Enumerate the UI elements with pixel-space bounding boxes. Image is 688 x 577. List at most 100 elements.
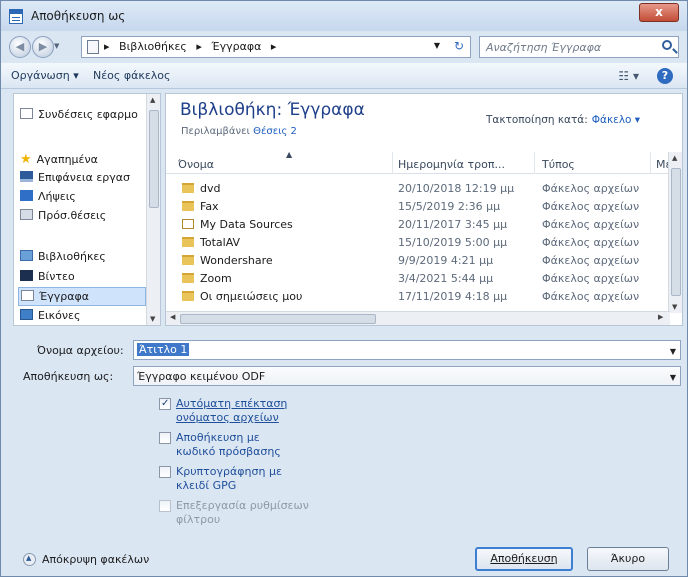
- file-type: Φάκελος αρχείων: [542, 236, 640, 249]
- document-icon: [21, 290, 34, 301]
- document-icon: [20, 108, 33, 119]
- file-row[interactable]: dvd 20/10/2018 12:19 μμ Φάκελος αρχείων: [166, 180, 670, 198]
- scrollbar-thumb[interactable]: [671, 168, 681, 296]
- folder-icon: [182, 201, 194, 211]
- locations-link[interactable]: Θέσεις 2: [253, 126, 297, 137]
- refresh-icon[interactable]: ↻: [454, 39, 464, 53]
- option-password[interactable]: Αποθήκευση με κωδικό πρόσβασης: [159, 431, 299, 459]
- option-filter-settings[interactable]: Επεξεργασία ρυθμίσεων φίλτρου: [159, 499, 309, 527]
- option-label: Κρυπτογράφηση με κλειδί GPG: [176, 465, 282, 492]
- column-header-type[interactable]: Τύπος: [542, 158, 575, 171]
- nav-item-favorites[interactable]: ★ Αγαπημένα: [20, 152, 98, 167]
- scrollbar-thumb[interactable]: [149, 110, 159, 208]
- file-list-scrollbar[interactable]: ▲ ▼: [668, 152, 682, 313]
- library-title: Βιβλιοθήκη: Έγγραφα: [180, 100, 365, 120]
- address-bar[interactable]: ▸ Βιβλιοθήκες ▸ Έγγραφα ▸ ▼ ↻: [81, 36, 471, 58]
- breadcrumb-libraries[interactable]: Βιβλιοθήκες: [119, 40, 187, 53]
- scroll-down-icon[interactable]: ▼: [150, 315, 155, 323]
- chevron-down-icon[interactable]: ▼: [670, 373, 676, 382]
- nav-item-desktop[interactable]: Επιφάνεια εργασ: [20, 171, 130, 184]
- help-icon[interactable]: ?: [657, 68, 673, 84]
- forward-button[interactable]: ▶: [32, 36, 54, 58]
- file-type: Φάκελος αρχείων: [542, 290, 640, 303]
- filter-settings-checkbox[interactable]: [159, 500, 171, 512]
- arrange-by-dropdown[interactable]: Φάκελο ▾: [592, 114, 640, 126]
- search-icon[interactable]: [662, 40, 672, 50]
- file-type: Φάκελος αρχείων: [542, 218, 640, 231]
- library-includes: Περιλαμβάνει Θέσεις 2: [181, 126, 297, 137]
- recent-locations-dropdown[interactable]: ▼: [54, 42, 59, 50]
- file-row[interactable]: Wondershare 9/9/2019 4:21 μμ Φάκελος αρχ…: [166, 252, 670, 270]
- navigation-row: ◀ ▶ ▼ ▸ Βιβλιοθήκες ▸ Έγγραφα ▸ ▼ ↻ Αναζ…: [1, 32, 687, 60]
- column-header-date[interactable]: Ημερομηνία τροπ...: [398, 158, 505, 171]
- breadcrumb-documents[interactable]: Έγγραφα: [211, 40, 261, 53]
- address-dropdown-icon[interactable]: ▼: [434, 41, 440, 50]
- option-label: Επεξεργασία ρυθμίσεων φίλτρου: [176, 499, 309, 526]
- file-name: Fax: [182, 200, 219, 213]
- hscrollbar-thumb[interactable]: [180, 314, 376, 324]
- scroll-down-icon[interactable]: ▼: [672, 303, 677, 311]
- close-button[interactable]: x: [639, 3, 679, 22]
- file-list-hscrollbar[interactable]: ◀ ▶: [166, 311, 670, 325]
- filename-input[interactable]: Άτιτλο 1 ▼: [133, 340, 681, 360]
- arrange-by: Τακτοποίηση κατά: Φάκελο ▾: [486, 114, 641, 126]
- scroll-left-icon[interactable]: ◀: [170, 313, 175, 321]
- file-date: 17/11/2019 4:18 μμ: [398, 290, 508, 303]
- file-row[interactable]: Zoom 3/4/2021 5:44 μμ Φάκελος αρχείων: [166, 270, 670, 288]
- window-title: Αποθήκευση ως: [31, 9, 126, 23]
- nav-item-downloads[interactable]: Λήψεις: [20, 190, 76, 203]
- back-button[interactable]: ◀: [9, 36, 31, 58]
- nav-item-videos[interactable]: Βίντεο: [20, 270, 75, 283]
- file-type: Φάκελος αρχείων: [542, 182, 640, 195]
- libraries-icon: [20, 250, 33, 261]
- nav-item-app-connections[interactable]: Συνδέσεις εφαρμο: [20, 108, 138, 121]
- nav-item-documents[interactable]: Έγγραφα: [18, 287, 146, 306]
- file-type: Φάκελος αρχείων: [542, 254, 640, 267]
- save-type-select[interactable]: Έγγραφο κειμένου ODF ▼: [133, 366, 681, 386]
- file-list-pane: Βιβλιοθήκη: Έγγραφα Περιλαμβάνει Θέσεις …: [165, 93, 683, 326]
- option-gpg-encryption[interactable]: Κρυπτογράφηση με κλειδί GPG: [159, 465, 299, 493]
- password-checkbox[interactable]: [159, 432, 171, 444]
- chevron-down-icon[interactable]: ▼: [670, 347, 676, 356]
- column-header-name[interactable]: Όνομα: [178, 158, 214, 171]
- hide-folders-button[interactable]: Απόκρυψη φακέλων: [23, 553, 149, 566]
- nav-item-libraries[interactable]: Βιβλιοθήκες: [20, 250, 106, 263]
- change-view-icon[interactable]: ☷ ▾: [618, 69, 639, 83]
- scroll-right-icon[interactable]: ▶: [658, 313, 663, 321]
- save-type-label: Αποθήκευση ως:: [23, 370, 114, 383]
- scroll-up-icon[interactable]: ▲: [672, 154, 677, 162]
- new-folder-button[interactable]: Νέος φάκελος: [93, 69, 171, 82]
- navigation-pane: Συνδέσεις εφαρμο ★ Αγαπημένα Επιφάνεια ερ…: [13, 93, 161, 326]
- filename-label: Όνομα αρχείου:: [37, 344, 124, 357]
- file-row[interactable]: TotalAV 15/10/2019 5:00 μμ Φάκελος αρχεί…: [166, 234, 670, 252]
- file-row[interactable]: Fax 15/5/2019 2:36 μμ Φάκελος αρχείων: [166, 198, 670, 216]
- search-box[interactable]: Αναζήτηση Έγγραφα: [479, 36, 679, 58]
- save-as-dialog: Αποθήκευση ως x ◀ ▶ ▼ ▸ Βιβλιοθήκες ▸ Έγ…: [0, 0, 688, 577]
- nav-scrollbar[interactable]: ▲ ▼: [146, 94, 160, 325]
- nav-item-recent-places[interactable]: Πρόσ.θέσεις: [20, 209, 106, 222]
- column-separator: [650, 152, 651, 174]
- cancel-button[interactable]: Άκυρο: [587, 547, 669, 571]
- nav-item-pictures[interactable]: Εικόνες: [20, 309, 80, 322]
- file-row[interactable]: My Data Sources 20/11/2017 3:45 μμ Φάκελ…: [166, 216, 670, 234]
- file-date: 20/11/2017 3:45 μμ: [398, 218, 508, 231]
- title-bar: Αποθήκευση ως x: [1, 1, 687, 31]
- file-type: Φάκελος αρχείων: [542, 272, 640, 285]
- save-button[interactable]: Αποθήκευση: [475, 547, 573, 571]
- folder-icon: [182, 273, 194, 283]
- scroll-up-icon[interactable]: ▲: [150, 96, 155, 104]
- star-icon: ★: [20, 152, 32, 167]
- downloads-icon: [20, 190, 33, 201]
- breadcrumb-separator: ▸: [196, 40, 202, 53]
- folder-icon: [182, 291, 194, 301]
- option-auto-extension[interactable]: Αυτόματη επέκταση ονόματος αρχείων: [159, 397, 309, 425]
- file-row[interactable]: Οι σημειώσεις μου 17/11/2019 4:18 μμ Φάκ…: [166, 288, 670, 306]
- file-date: 3/4/2021 5:44 μμ: [398, 272, 494, 285]
- gpg-encryption-checkbox[interactable]: [159, 466, 171, 478]
- auto-extension-checkbox[interactable]: [159, 397, 171, 411]
- folder-icon: [182, 183, 194, 193]
- collapse-icon: [23, 553, 36, 566]
- organize-menu[interactable]: Οργάνωση ▾: [11, 69, 79, 82]
- file-name: Οι σημειώσεις μου: [182, 290, 302, 303]
- file-date: 9/9/2019 4:21 μμ: [398, 254, 494, 267]
